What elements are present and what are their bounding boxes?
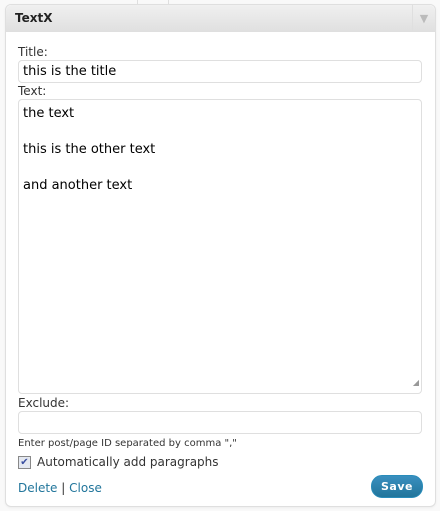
title-input[interactable]: this is the title <box>18 60 422 83</box>
widget-title: TextX <box>15 11 53 25</box>
title-label: Title: <box>18 45 48 59</box>
widget-actions: Delete | Close <box>18 481 102 495</box>
exclude-label: Exclude: <box>18 396 70 410</box>
widget-panel: TextX ▼ Title: this is the title Text: t… <box>5 4 436 507</box>
text-textarea[interactable]: the text this is the other text and anot… <box>18 99 422 394</box>
resize-handle-icon[interactable]: ◢ <box>413 374 419 392</box>
exclude-input[interactable] <box>18 411 422 434</box>
exclude-hint: Enter post/page ID separated by comma ",… <box>18 438 237 449</box>
widget-header[interactable]: TextX ▼ <box>6 5 435 32</box>
text-content: the text this is the other text and anot… <box>23 106 156 193</box>
collapse-arrow-icon[interactable]: ▼ <box>412 5 435 31</box>
auto-paragraphs-label[interactable]: Automatically add paragraphs <box>37 455 219 469</box>
text-label: Text: <box>18 84 47 98</box>
delete-link[interactable]: Delete <box>18 481 57 495</box>
save-button[interactable]: Save <box>371 475 423 498</box>
auto-paragraphs-checkbox[interactable]: ✔ <box>18 456 31 469</box>
close-link[interactable]: Close <box>69 481 102 495</box>
link-separator: | <box>61 481 66 495</box>
